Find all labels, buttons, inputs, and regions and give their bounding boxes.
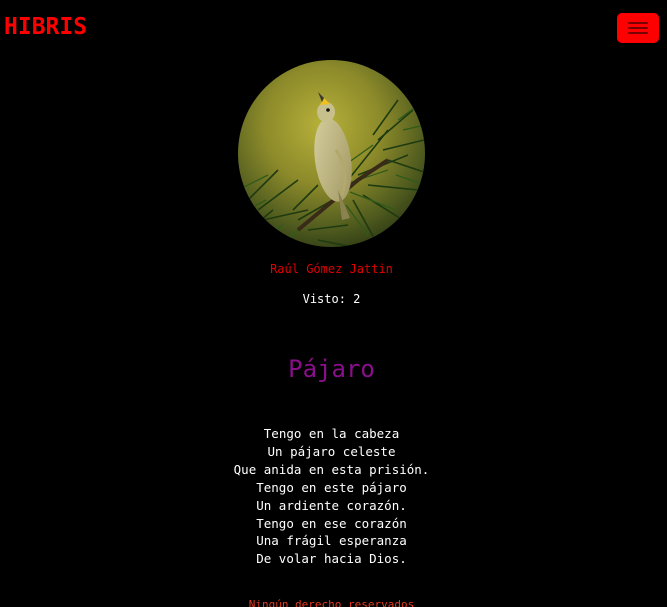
hamburger-menu-icon-bar: [628, 27, 648, 29]
poem-body: Tengo en la cabeza Un pájaro celeste Que…: [0, 425, 663, 568]
hamburger-menu-icon: [628, 22, 648, 24]
poem-line: Tengo en este pájaro: [256, 479, 407, 495]
poem-line: Un ardiente corazón.: [256, 497, 407, 513]
poem-line: Tengo en la cabeza: [263, 426, 400, 441]
menu-toggle-button[interactable]: [617, 13, 659, 43]
footer-text: Ningún derecho reservados: [248, 598, 415, 607]
poem-title: Pájaro: [288, 355, 375, 383]
poem-line: De volar hacia Dios.: [256, 551, 407, 567]
brand-logo[interactable]: HIBRIS: [4, 12, 87, 42]
navbar: HIBRIS: [0, 0, 667, 56]
poem-line: Tengo en ese corazón: [256, 515, 407, 531]
poem-line: Una frágil esperanza: [256, 533, 407, 549]
view-count: Visto: 2: [302, 292, 361, 306]
post-image: [238, 60, 425, 247]
hamburger-menu-icon-bar: [628, 32, 648, 34]
author-name[interactable]: Raúl Gómez Jattin: [0, 260, 663, 278]
poem-line: Que anida en esta prisión.: [233, 461, 430, 477]
bird-photo: [238, 60, 425, 247]
poem-line: Un pájaro celeste: [267, 443, 396, 459]
